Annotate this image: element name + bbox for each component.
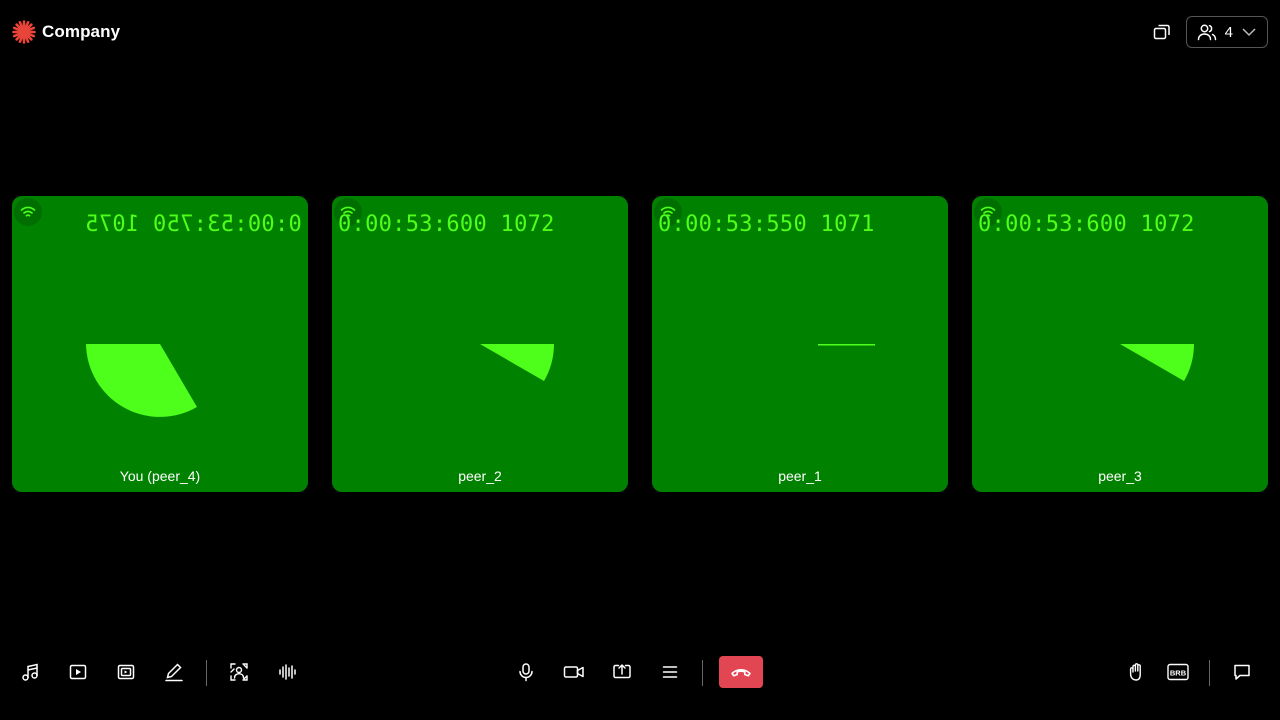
play-video-icon <box>69 664 87 680</box>
video-test-pattern <box>86 344 197 417</box>
toolbar-divider <box>206 660 207 686</box>
raise-hand-icon <box>1129 663 1141 681</box>
brb-icon: BRB <box>1167 663 1189 681</box>
audio-waveform-icon <box>279 664 296 680</box>
microphone-button[interactable] <box>512 658 540 686</box>
share-screen-button[interactable] <box>608 658 636 686</box>
participant-name: peer_2 <box>458 468 502 484</box>
participant-count: 4 <box>1224 23 1233 41</box>
brb-button[interactable]: BRB <box>1163 658 1193 686</box>
chat-button[interactable] <box>1228 658 1256 686</box>
video-tile-peer-2[interactable]: 0:00:53:600 1072 peer_2 <box>332 196 628 492</box>
raise-hand-button[interactable] <box>1122 658 1150 686</box>
video-tile-peer-3[interactable]: 0:00:53:600 1072 peer_3 <box>972 196 1268 492</box>
menu-icon <box>662 666 678 678</box>
layout-windows-icon <box>1153 24 1170 40</box>
pencil-icon <box>165 663 183 682</box>
participant-name: peer_1 <box>778 468 822 484</box>
video-timestamp-overlay: 0:00:53:600 1072 <box>978 212 1195 237</box>
people-icon <box>1197 24 1216 41</box>
media-gallery-icon <box>117 664 135 680</box>
brand-name: Company <box>42 22 121 41</box>
music-button[interactable] <box>16 658 44 686</box>
participant-name: peer_3 <box>1098 468 1142 484</box>
microphone-icon <box>519 663 533 682</box>
call-toolbar: BRB <box>0 648 1280 696</box>
logo-burst-icon <box>12 20 36 44</box>
virtual-background-icon <box>230 663 248 681</box>
toolbar-divider <box>702 660 703 686</box>
share-screen-icon <box>613 663 631 679</box>
whiteboard-button[interactable] <box>160 658 188 686</box>
hang-up-icon <box>731 668 751 677</box>
chat-icon <box>1234 664 1250 680</box>
video-grid: 0:00:53:750 1075 You (peer_4) 0:00:53:60… <box>12 196 1268 492</box>
virtual-background-button[interactable] <box>225 658 253 686</box>
video-test-pattern <box>818 344 875 346</box>
participant-name: You (peer_4) <box>119 468 201 484</box>
toolbar-divider <box>1209 660 1210 686</box>
video-test-pattern <box>1120 344 1194 381</box>
music-icon <box>22 663 38 681</box>
video-timestamp-overlay: 0:00:53:750 1075 <box>85 212 302 237</box>
more-options-button[interactable] <box>656 658 684 686</box>
noise-suppression-button[interactable] <box>273 658 301 686</box>
video-timestamp-overlay: 0:00:53:550 1071 <box>658 212 875 237</box>
chevron-down-icon <box>1242 28 1256 37</box>
leave-call-button[interactable] <box>719 656 763 688</box>
video-tile-self[interactable]: 0:00:53:750 1075 You (peer_4) <box>12 196 308 492</box>
video-tile-peer-1[interactable]: 0:00:53:550 1071 peer_1 <box>652 196 948 492</box>
header-controls: 4 <box>1148 16 1268 48</box>
video-test-pattern <box>480 344 554 381</box>
camera-icon <box>563 666 584 678</box>
video-timestamp-overlay: 0:00:53:600 1072 <box>338 212 555 237</box>
layout-toggle-button[interactable] <box>1148 18 1176 46</box>
media-gallery-button[interactable] <box>112 658 140 686</box>
camera-button[interactable] <box>560 658 588 686</box>
company-logo: Company <box>12 20 120 44</box>
play-video-button[interactable] <box>64 658 92 686</box>
svg-text:BRB: BRB <box>1170 668 1187 677</box>
participants-button[interactable]: 4 <box>1185 16 1268 48</box>
